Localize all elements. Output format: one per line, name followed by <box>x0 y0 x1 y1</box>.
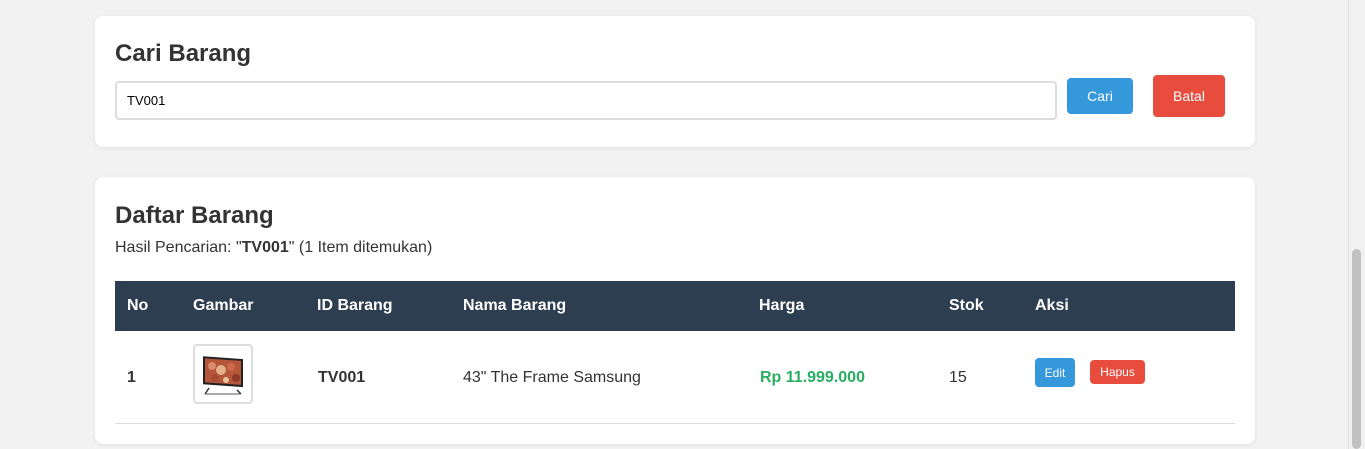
page-scrollbar[interactable] <box>1348 0 1365 449</box>
delete-button[interactable]: Hapus <box>1090 360 1145 384</box>
search-card: Cari Barang Cari Batal <box>95 16 1255 147</box>
product-image <box>193 344 253 404</box>
list-card: Daftar Barang Hasil Pencarian: "TV001" (… <box>95 177 1255 444</box>
search-title: Cari Barang <box>115 40 252 67</box>
item-name: 43" The Frame Samsung <box>463 369 641 386</box>
column-header-actions: Aksi <box>1035 297 1069 314</box>
item-stock: 15 <box>949 369 967 386</box>
result-prefix: Hasil Pencarian: " <box>115 239 242 256</box>
scrollbar-thumb[interactable] <box>1352 249 1361 449</box>
row-number: 1 <box>127 369 136 386</box>
list-title: Daftar Barang <box>115 202 274 229</box>
item-price: Rp 11.999.000 <box>760 369 865 386</box>
column-header-price: Harga <box>759 297 805 314</box>
table-header: No Gambar ID Barang Nama Barang Harga St… <box>115 281 1235 331</box>
edit-button[interactable]: Edit <box>1035 358 1075 387</box>
column-header-stock: Stok <box>949 297 984 314</box>
result-query: TV001 <box>241 239 289 256</box>
column-header-name: Nama Barang <box>463 297 567 314</box>
cancel-button[interactable]: Batal <box>1153 75 1225 117</box>
search-button[interactable]: Cari <box>1067 78 1133 114</box>
search-result-info: Hasil Pencarian: "TV001" (1 Item ditemuk… <box>115 239 432 257</box>
items-table: No Gambar ID Barang Nama Barang Harga St… <box>115 281 1235 424</box>
column-header-id: ID Barang <box>317 297 393 314</box>
tv-image-icon <box>203 356 243 395</box>
result-suffix: " (1 Item ditemukan) <box>288 239 433 256</box>
column-header-no: No <box>127 297 149 314</box>
search-input[interactable] <box>115 81 1057 120</box>
column-header-image: Gambar <box>193 297 254 314</box>
table-row: 1 TV001 43" The Frame Samsung Rp 11.999.… <box>115 331 1235 424</box>
item-id: TV001 <box>318 369 366 386</box>
